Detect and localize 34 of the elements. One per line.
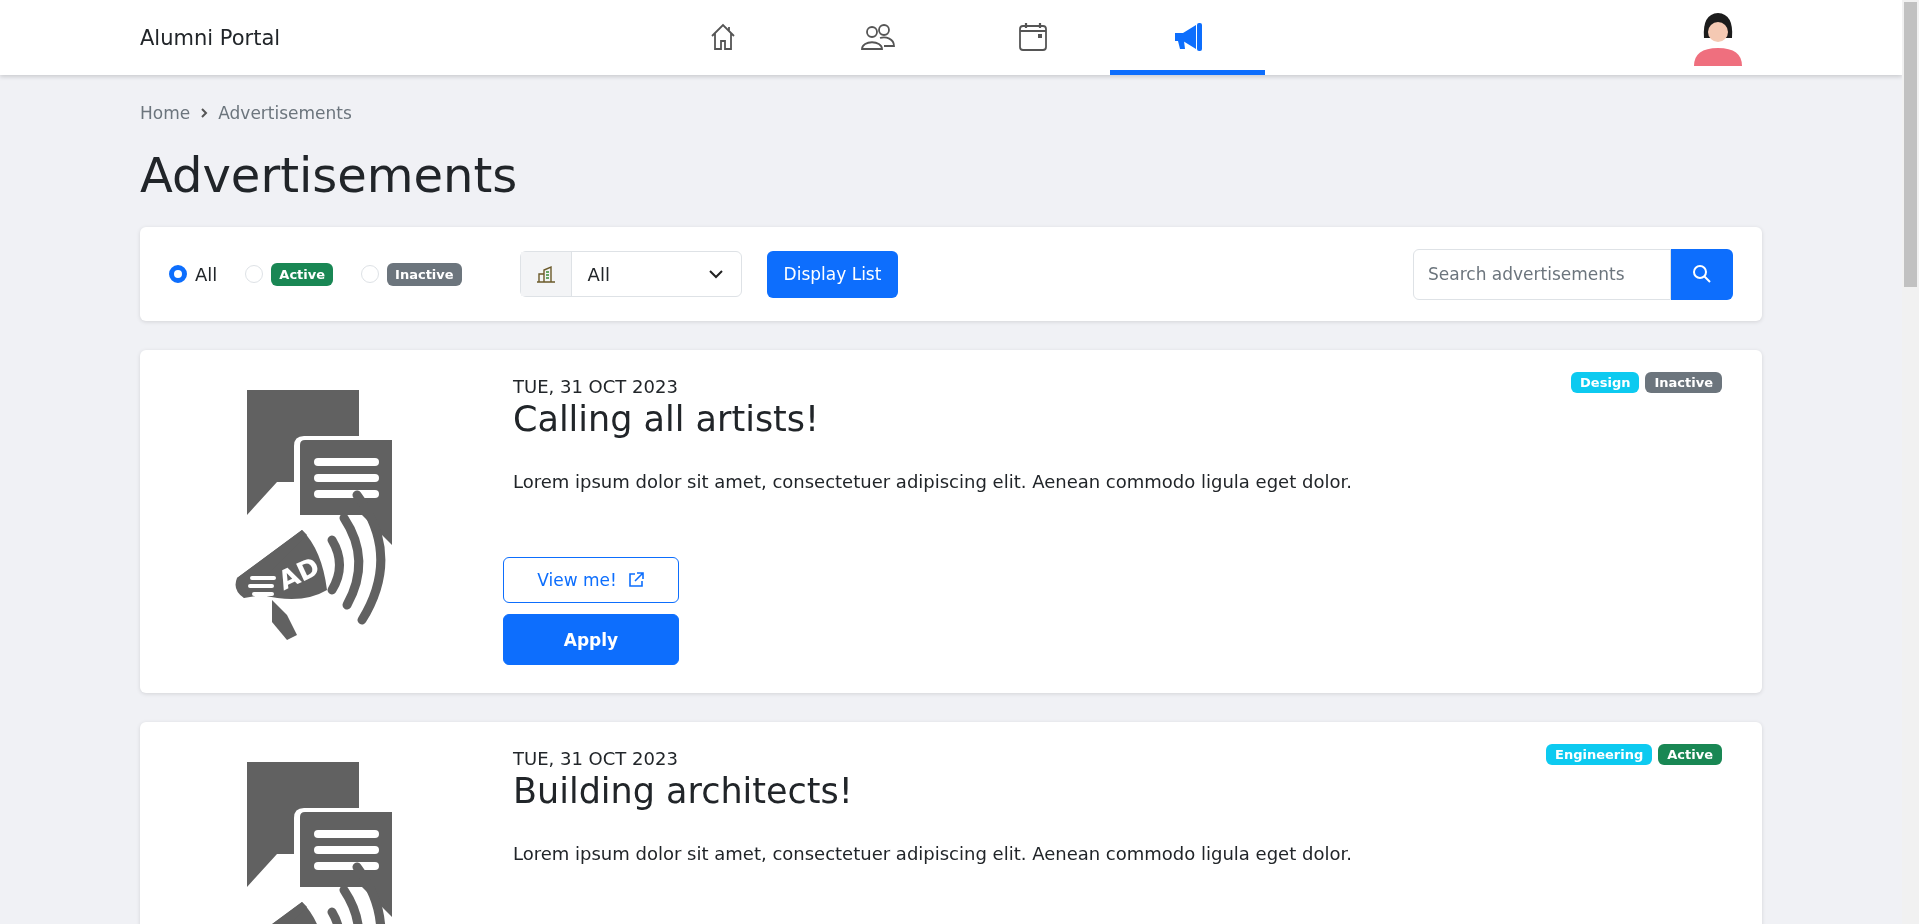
radio-button[interactable] [169,265,187,283]
breadcrumb-current: Advertisements [218,103,352,123]
select-value: All [587,263,610,285]
category-select[interactable]: All [519,251,742,297]
search-icon [1692,264,1712,284]
advertisement-drawing: AD [231,390,422,650]
people-icon [859,22,896,52]
chevron-down-icon [708,269,723,279]
ad-title: Building architects! [513,771,853,811]
page-title: Advertisements [140,147,519,203]
status-badge: Inactive [387,262,462,286]
ad-title: Calling all artists! [513,399,820,439]
external-link-icon [626,571,645,589]
radio-label: All [195,263,218,285]
breadcrumb-link[interactable]: Home [140,103,191,123]
chevron-icon [200,108,209,118]
scrollbar-thumb[interactable] [1904,2,1917,287]
ad-date: TUE, 31 OCT 2023 [513,376,679,397]
building-icon [535,264,556,284]
view-button[interactable]: View me! [503,557,679,603]
tag-badge: Inactive [1645,372,1722,393]
tag-badge: Active [1658,744,1722,765]
status-badge: Active [271,262,334,286]
ad-date: TUE, 31 OCT 2023 [513,748,679,769]
brand-title: Alumni Portal [140,25,282,50]
search-button[interactable] [1671,248,1733,300]
ad-description: Lorem ipsum dolor sit amet, consectetuer adipiscing elit. Aenean commodo ligula eget dolor. [513,843,1353,864]
display-list-button[interactable]: Display List [766,250,899,298]
calendar-icon [1016,21,1049,53]
tag-badge: Engineering [1546,744,1653,765]
search-field[interactable]: Search advertisements [1413,248,1671,300]
ad-description: Lorem ipsum dolor sit amet, consectetuer adipiscing elit. Aenean commodo ligula eget dolor. [513,471,1353,492]
tag-badge: Design [1571,372,1640,393]
apply-button[interactable]: Apply [503,614,679,665]
